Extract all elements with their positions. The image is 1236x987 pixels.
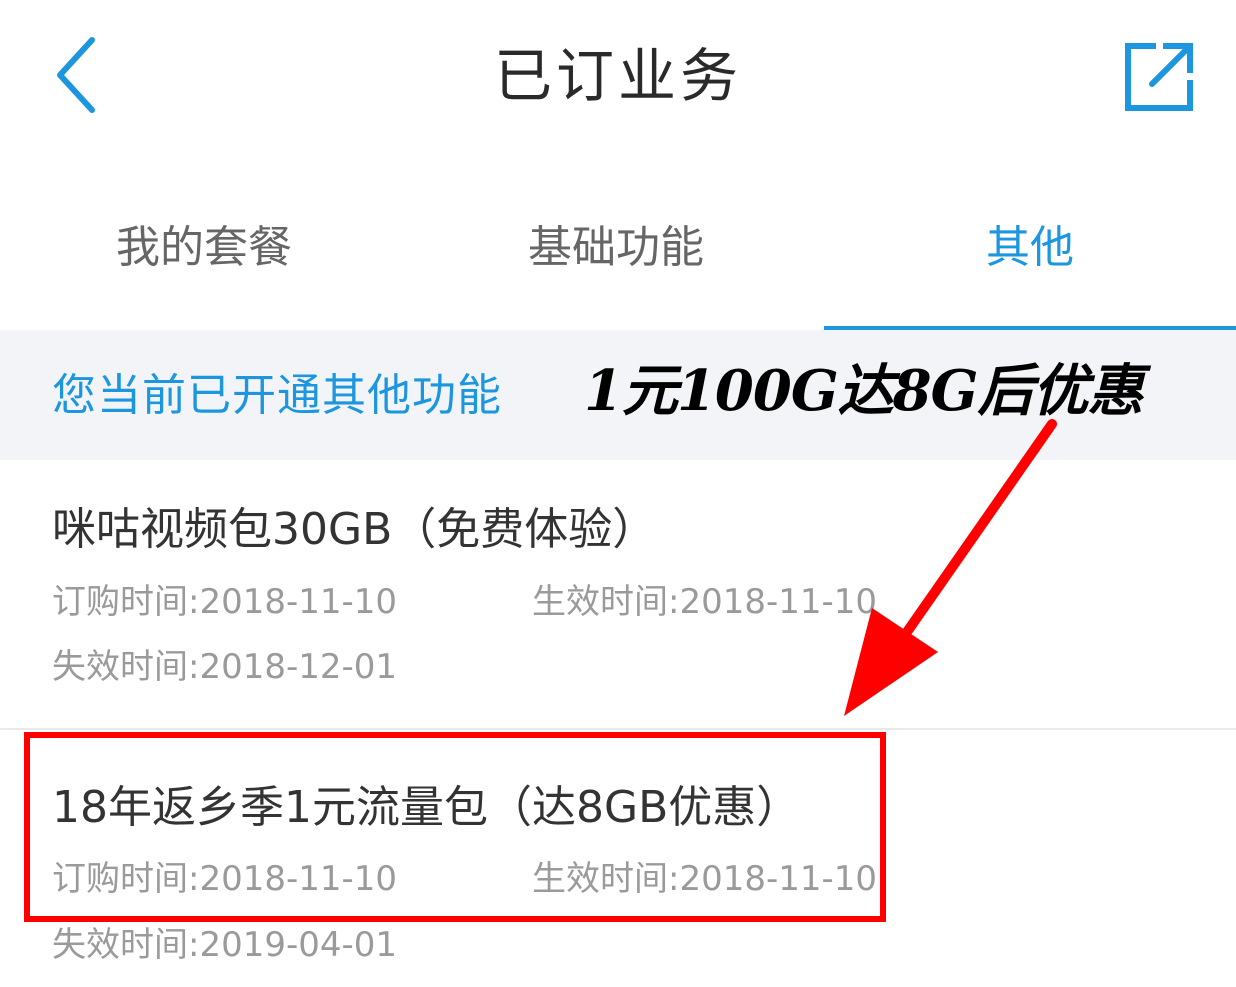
share-icon <box>1125 43 1193 111</box>
tab-bar: 我的套餐 基础功能 其他 <box>0 195 1236 331</box>
list-item[interactable]: 咪咕视频包30GB（免费体验） 订购时间:2018-11-10 生效时间:201… <box>0 460 1236 730</box>
section-title: 您当前已开通其他功能 <box>52 370 502 421</box>
order-time: 订购时间:2018-11-10 <box>52 859 398 899</box>
expire-time: 失效时间:2018-12-01 <box>52 647 398 687</box>
header: 已订业务 <box>0 0 1236 160</box>
page-title: 已订业务 <box>493 42 742 110</box>
item-name: 咪咕视频包30GB（免费体验） <box>52 504 657 555</box>
tab-basic-functions[interactable]: 基础功能 <box>412 195 824 331</box>
expire-time: 失效时间:2019-04-01 <box>52 925 398 965</box>
effective-time: 生效时间:2018-11-10 <box>532 859 878 899</box>
item-name: 18年返乡季1元流量包（达8GB优惠） <box>52 782 801 833</box>
tab-my-plan[interactable]: 我的套餐 <box>0 195 412 331</box>
tab-other[interactable]: 其他 <box>824 195 1236 331</box>
section-banner: 您当前已开通其他功能 1元100G达8G后优惠 <box>0 330 1236 460</box>
tab-basic-functions-label: 基础功能 <box>528 222 704 273</box>
tab-my-plan-label: 我的套餐 <box>116 222 292 273</box>
annotation-text: 1元100G达8G后优惠 <box>584 358 1143 424</box>
list-item[interactable]: 18年返乡季1元流量包（达8GB优惠） 订购时间:2018-11-10 生效时间… <box>0 730 1236 987</box>
share-button[interactable] <box>1116 34 1202 120</box>
effective-time: 生效时间:2018-11-10 <box>532 582 878 622</box>
order-time: 订购时间:2018-11-10 <box>52 582 398 622</box>
tab-other-label: 其他 <box>986 222 1074 273</box>
